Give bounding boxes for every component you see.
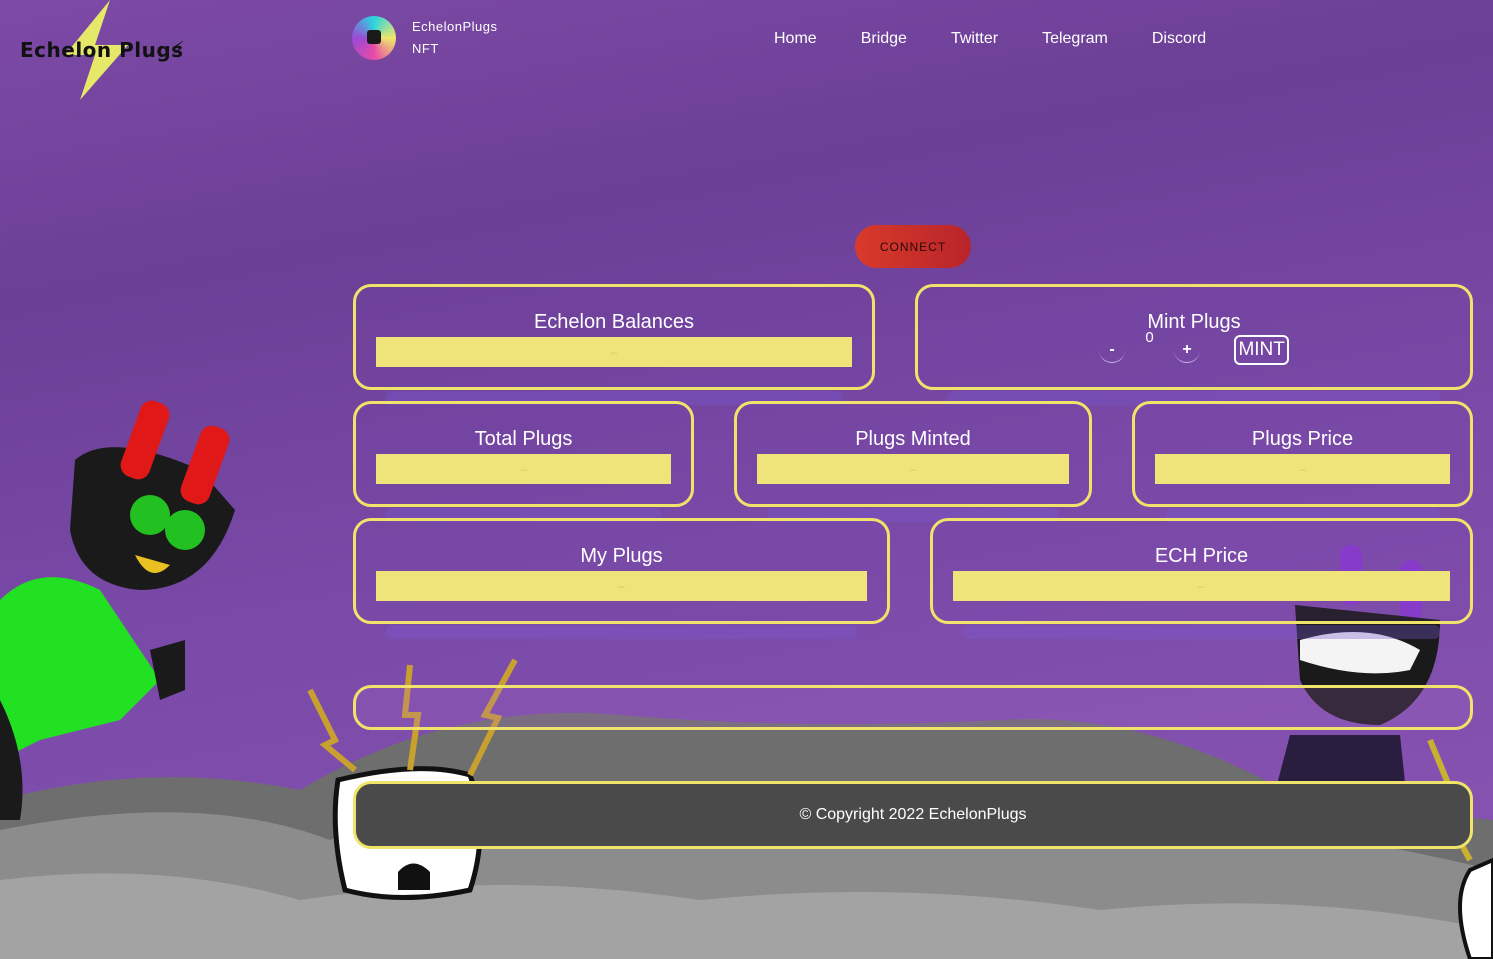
connect-button[interactable]: CONNECT: [855, 225, 971, 268]
brand[interactable]: EchelonPlugs NFT: [352, 16, 498, 60]
card-title: ECH Price: [1154, 545, 1249, 567]
my-plugs-value: –: [376, 571, 867, 601]
my-plugs-card: My Plugs –: [353, 518, 890, 639]
site-logo[interactable]: Echelon Plugs ⚡: [20, 30, 200, 110]
copyright-text: © Copyright 2022 EchelonPlugs: [799, 806, 1027, 823]
plugs-price-value: –: [1155, 454, 1450, 484]
decrement-button[interactable]: -: [1099, 337, 1126, 363]
card-title: Plugs Minted: [855, 428, 971, 450]
card-title: Echelon Balances: [533, 311, 695, 333]
card-title: Plugs Price: [1251, 428, 1354, 450]
logo-text: Echelon Plugs: [20, 38, 184, 62]
nav-bridge[interactable]: Bridge: [861, 30, 907, 48]
nav-twitter[interactable]: Twitter: [951, 30, 998, 48]
plugs-minted-value: –: [757, 454, 1069, 484]
nav-telegram[interactable]: Telegram: [1042, 30, 1108, 48]
card-title: Total Plugs: [474, 428, 573, 450]
total-plugs-card: Total Plugs –: [353, 401, 694, 522]
plugs-price-card: Plugs Price –: [1132, 401, 1473, 522]
mint-quantity: 0: [1145, 329, 1154, 346]
brand-sub: NFT: [412, 41, 439, 56]
increment-button[interactable]: +: [1174, 337, 1200, 363]
plug-icon: ⚡: [172, 38, 185, 58]
mint-button[interactable]: MINT: [1234, 335, 1289, 365]
ech-price-value: –: [953, 571, 1450, 601]
brand-avatar: [352, 16, 396, 60]
main-nav: Home Bridge Twitter Telegram Discord: [774, 30, 1250, 48]
footer: © Copyright 2022 EchelonPlugs: [353, 781, 1473, 849]
mint-plugs-card: Mint Plugs - 0 + MINT: [915, 284, 1473, 405]
brand-name: EchelonPlugs: [412, 19, 498, 34]
echelon-balances-card: Echelon Balances –: [353, 284, 875, 405]
card-title: My Plugs: [580, 545, 663, 567]
empty-panel: [353, 685, 1473, 730]
card-title: Mint Plugs: [1147, 311, 1241, 333]
ech-price-card: ECH Price –: [930, 518, 1473, 639]
balance-value: –: [376, 337, 852, 367]
nav-discord[interactable]: Discord: [1152, 30, 1206, 48]
nav-home[interactable]: Home: [774, 30, 817, 48]
plugs-minted-card: Plugs Minted –: [734, 401, 1092, 522]
left-plug-character: [0, 400, 235, 820]
total-plugs-value: –: [376, 454, 671, 484]
